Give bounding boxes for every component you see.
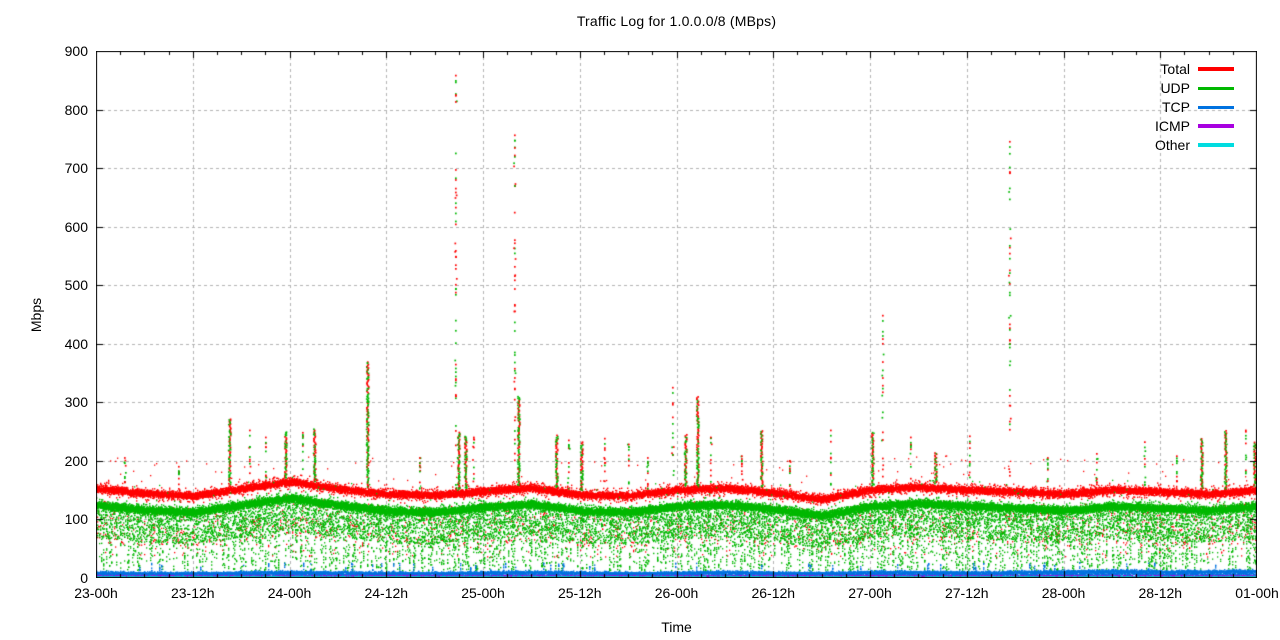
- legend-row-other: Other: [1080, 136, 1240, 154]
- y-tick-label: 900: [34, 44, 88, 58]
- x-tick-label: 01-00h: [1217, 586, 1280, 600]
- legend-color-swatch: [1198, 67, 1234, 71]
- x-tick-label: 26-00h: [637, 586, 717, 600]
- legend-row-total: Total: [1080, 60, 1240, 78]
- y-axis-title: Mbps: [28, 165, 44, 465]
- legend-color-swatch: [1198, 87, 1234, 90]
- legend-row-udp: UDP: [1080, 79, 1240, 97]
- legend-label: Other: [1080, 137, 1198, 153]
- x-tick-label: 24-12h: [346, 586, 426, 600]
- legend-label: Total: [1080, 61, 1198, 77]
- legend-color-swatch: [1198, 143, 1234, 147]
- y-tick-label: 0: [34, 571, 88, 585]
- x-tick-label: 23-12h: [153, 586, 233, 600]
- x-tick-label: 28-00h: [1024, 586, 1104, 600]
- x-tick-label: 28-12h: [1120, 586, 1200, 600]
- y-tick-label: 100: [34, 512, 88, 526]
- legend-color-swatch: [1198, 124, 1234, 128]
- legend-label: UDP: [1080, 80, 1198, 96]
- x-tick-label: 23-00h: [56, 586, 136, 600]
- legend-row-icmp: ICMP: [1080, 117, 1240, 135]
- x-tick-label: 25-12h: [540, 586, 620, 600]
- legend-row-tcp: TCP: [1080, 98, 1240, 116]
- chart-title: Traffic Log for 1.0.0.0/8 (MBps): [96, 13, 1257, 29]
- legend-label: ICMP: [1080, 118, 1198, 134]
- legend-color-swatch: [1198, 106, 1234, 109]
- x-tick-label: 27-12h: [927, 586, 1007, 600]
- x-tick-label: 25-00h: [443, 586, 523, 600]
- x-tick-label: 24-00h: [250, 586, 330, 600]
- x-axis-title: Time: [96, 619, 1257, 635]
- x-tick-label: 27-00h: [830, 586, 910, 600]
- legend-label: TCP: [1080, 99, 1198, 115]
- y-tick-label: 800: [34, 103, 88, 117]
- traffic-log-chart: Traffic Log for 1.0.0.0/8 (MBps) 0100200…: [0, 0, 1280, 640]
- x-tick-label: 26-12h: [733, 586, 813, 600]
